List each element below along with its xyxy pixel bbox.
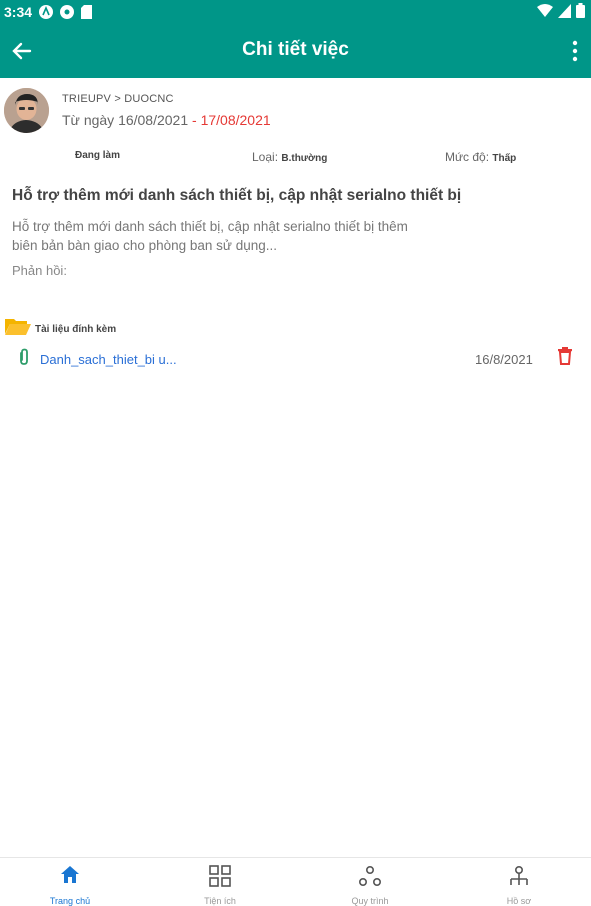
more-options-button[interactable] xyxy=(569,39,581,65)
date-to: 17/08/2021 xyxy=(200,112,271,128)
nav-workflow[interactable]: Quy trình xyxy=(325,864,415,906)
attachment-link[interactable]: Danh_sach_thiet_bi u... xyxy=(40,352,177,367)
attachment-date: 16/8/2021 xyxy=(475,352,533,367)
task-type: Loại: B.thường xyxy=(252,150,327,164)
task-description: Hỗ trợ thêm mới danh sách thiết bị, cập … xyxy=(12,219,408,253)
profile-icon xyxy=(510,865,528,885)
nav-home[interactable]: Trang chủ xyxy=(25,864,115,906)
page-title: Chi tiết việc xyxy=(242,39,349,60)
date-from: 16/08/2021 xyxy=(118,112,189,128)
nav-profile[interactable]: Hồ sơ xyxy=(474,864,564,906)
more-vertical-icon xyxy=(572,40,578,62)
status-badge: Đang làm xyxy=(75,150,121,161)
task-level-value: Thấp xyxy=(492,153,517,164)
task-type-label: Loại: xyxy=(252,150,282,164)
nav-workflow-label: Quy trình xyxy=(351,896,389,906)
avatar xyxy=(4,88,49,133)
date-from-label: Từ ngày xyxy=(62,112,119,128)
trash-icon xyxy=(558,347,572,365)
paperclip-icon xyxy=(18,348,30,371)
status-time: 3:34 xyxy=(4,4,33,20)
sd-card-icon xyxy=(81,5,93,19)
feedback-label: Phản hồi: xyxy=(12,263,67,278)
signal-icon xyxy=(558,3,571,23)
folder-open-icon xyxy=(5,319,31,335)
nav-profile-label: Hồ sơ xyxy=(506,896,532,906)
task-level: Mức độ: Thấp xyxy=(445,150,516,164)
workflow-icon xyxy=(358,865,382,887)
app-bar: Chi tiết việc xyxy=(0,24,591,78)
bottom-navigation: Trang chủ Tiện ích Quy trình Hồ sơ xyxy=(0,857,591,906)
attachment-item: Danh_sach_thiet_bi u... 16/8/2021 xyxy=(18,347,578,371)
task-dates: Từ ngày 16/08/2021 - 17/08/2021 xyxy=(62,112,271,128)
task-title: Hỗ trợ thêm mới danh sách thiết bị, cập … xyxy=(12,187,462,204)
delete-attachment-button[interactable] xyxy=(558,347,572,370)
status-bar: 3:34 xyxy=(0,0,591,24)
attachments-title: Tài liệu đính kèm xyxy=(35,323,117,335)
app-notification-icon xyxy=(39,5,54,19)
date-separator: - xyxy=(188,112,201,128)
nav-utilities[interactable]: Tiện ích xyxy=(175,864,265,906)
home-icon xyxy=(61,866,79,883)
assignment-path: TRIEUPV > DUOCNC xyxy=(62,93,174,105)
task-type-value: B.thường xyxy=(281,153,328,164)
nav-utilities-label: Tiện ích xyxy=(204,896,236,906)
nav-home-label: Trang chủ xyxy=(49,896,91,906)
settings-notification-icon xyxy=(60,5,75,19)
grid-icon xyxy=(209,865,231,887)
battery-icon xyxy=(576,3,585,23)
attachments-header: Tài liệu đính kèm xyxy=(5,316,116,336)
task-level-label: Mức độ: xyxy=(445,150,493,164)
wifi-icon xyxy=(537,3,553,23)
